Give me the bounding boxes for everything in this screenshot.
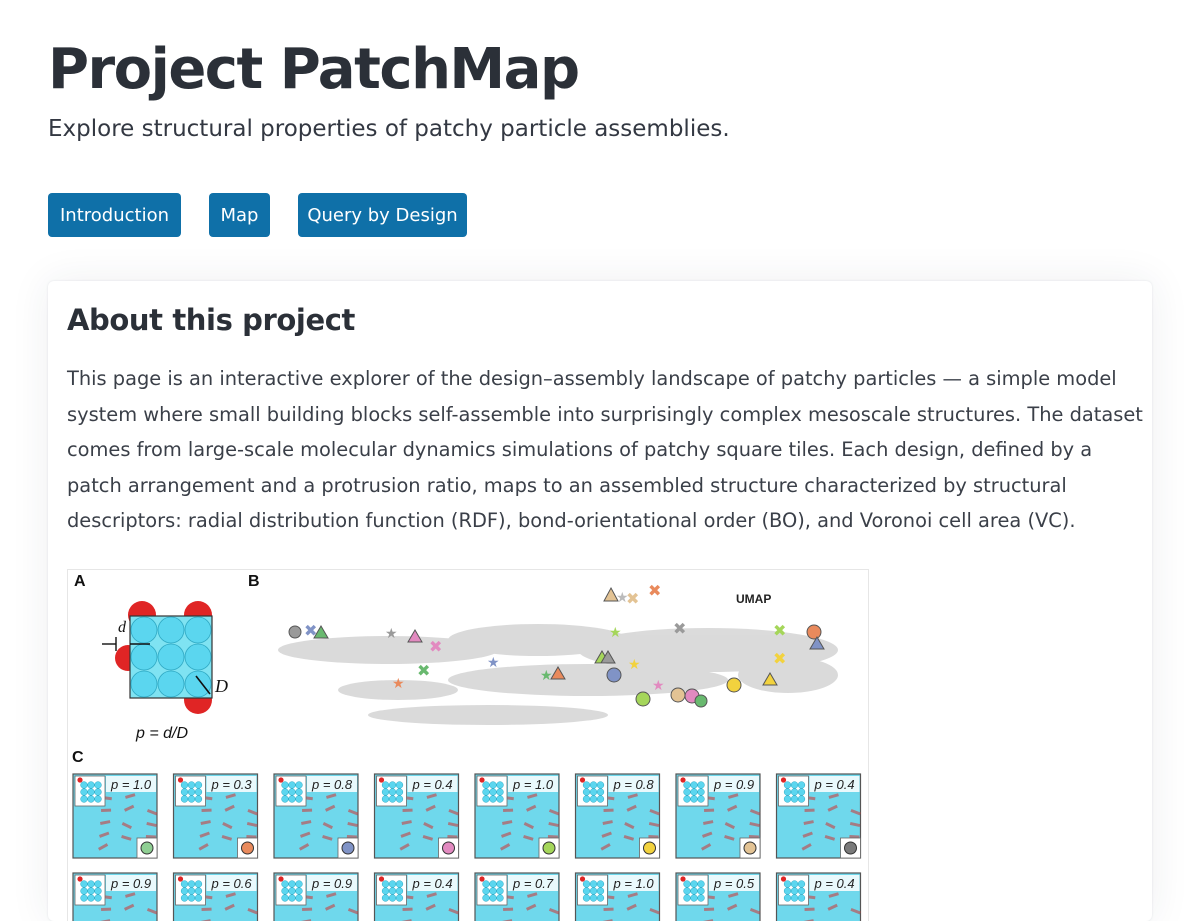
thumbnail-p-label: p = 0.4 — [412, 777, 453, 792]
svg-text:✖: ✖ — [773, 649, 786, 668]
thumbnail-p-label: p = 0.5 — [713, 876, 755, 891]
umap-label: UMAP — [736, 592, 771, 606]
thumbnail-marker — [643, 841, 656, 855]
nav-map-button[interactable]: Map — [209, 193, 270, 237]
thumbnail-p-label: p = 0.9 — [311, 876, 352, 891]
overview-figure: A d D p = d/D B UMAP ✖ ★ ✖ ✖ ★ ★ ★ ★ ✖ ✖… — [67, 569, 869, 921]
thumbnail-p-label: p = 1.0 — [613, 876, 655, 891]
nav-introduction-button[interactable]: Introduction — [48, 193, 181, 237]
structure-thumbnail: p = 0.6 — [172, 872, 259, 921]
page-subtitle: Explore structural properties of patchy … — [48, 116, 730, 142]
panel-a-formula: p = d/D — [135, 725, 188, 742]
svg-text:★: ★ — [540, 668, 553, 684]
structure-thumbnail: p = 0.4 — [775, 773, 862, 859]
thumbnail-marker — [341, 841, 355, 855]
thumbnail-p-label: p = 0.6 — [211, 876, 253, 891]
patchy-tile-diagram — [102, 601, 213, 714]
thumbnail-p-label: p = 0.3 — [211, 777, 253, 792]
thumbnail-p-label: p = 0.8 — [613, 777, 655, 792]
structure-thumbnail: p = 0.9 — [273, 872, 359, 921]
structure-thumbnail: p = 0.9 — [675, 773, 761, 859]
structure-thumbnail: p = 0.4 — [373, 872, 460, 921]
structure-thumbnail: p = 0.5 — [675, 872, 761, 921]
svg-text:★: ★ — [609, 625, 622, 641]
structure-thumbnail: p = 0.4 — [775, 872, 862, 921]
svg-text:✖: ✖ — [429, 637, 442, 656]
page-title: Project PatchMap — [48, 37, 580, 102]
structure-thumbnails: p = 1.0 p = 0.3 p = 0.8 p = 0.4 p = 1.0 p = 0… — [72, 773, 862, 921]
svg-text:★: ★ — [652, 678, 665, 694]
svg-text:✖: ✖ — [773, 621, 786, 640]
about-heading: About this project — [67, 303, 355, 337]
svg-text:✖: ✖ — [673, 619, 686, 638]
svg-text:★: ★ — [392, 676, 405, 692]
svg-text:✖: ✖ — [417, 661, 430, 680]
structure-thumbnail: p = 1.0 — [474, 773, 560, 859]
svg-text:★: ★ — [487, 655, 500, 671]
structure-thumbnail: p = 0.3 — [172, 773, 259, 859]
structure-thumbnail: p = 0.8 — [574, 773, 661, 859]
about-card: About this project This page is an inter… — [48, 281, 1152, 921]
thumbnail-p-label: p = 0.9 — [713, 777, 754, 792]
thumbnail-p-label: p = 1.0 — [512, 777, 554, 792]
thumbnail-p-label: p = 0.4 — [814, 777, 855, 792]
structure-thumbnail: p = 0.4 — [373, 773, 460, 859]
thumbnail-marker — [241, 841, 254, 855]
structure-thumbnail: p = 0.7 — [474, 872, 560, 921]
structure-thumbnail: p = 0.9 — [72, 872, 158, 921]
svg-text:★: ★ — [628, 657, 641, 673]
panel-b-label: B — [248, 573, 260, 590]
thumbnail-marker — [442, 841, 455, 855]
panel-a-D-label: D — [214, 676, 228, 696]
svg-text:✖: ✖ — [626, 589, 639, 608]
panel-a-d-label: d — [118, 619, 127, 636]
thumbnail-marker — [542, 841, 556, 855]
svg-text:✖: ✖ — [648, 581, 661, 600]
structure-thumbnail: p = 1.0 — [574, 872, 661, 921]
page: Project PatchMap Explore structural prop… — [0, 0, 1200, 921]
about-text: This page is an interactive explorer of … — [67, 367, 1143, 533]
panel-c-label: C — [72, 749, 84, 766]
thumbnail-p-label: p = 0.7 — [512, 876, 554, 891]
structure-thumbnail: p = 1.0 — [72, 773, 158, 859]
thumbnail-p-label: p = 0.4 — [412, 876, 453, 891]
thumbnail-marker — [743, 841, 757, 855]
structure-thumbnail: p = 0.8 — [273, 773, 359, 859]
svg-text:★: ★ — [385, 626, 398, 642]
thumbnail-p-label: p = 0.8 — [311, 777, 353, 792]
thumbnail-marker — [844, 841, 857, 855]
thumbnail-p-label: p = 1.0 — [110, 777, 152, 792]
thumbnail-p-label: p = 0.9 — [110, 876, 151, 891]
thumbnail-p-label: p = 0.4 — [814, 876, 855, 891]
overview-figure-graphic: A d D p = d/D B UMAP ✖ ★ ✖ ✖ ★ ★ ★ ★ ✖ ✖… — [72, 573, 862, 921]
thumbnail-marker — [140, 841, 154, 855]
nav-query-by-design-button[interactable]: Query by Design — [298, 193, 467, 237]
panel-a-label: A — [74, 573, 86, 590]
